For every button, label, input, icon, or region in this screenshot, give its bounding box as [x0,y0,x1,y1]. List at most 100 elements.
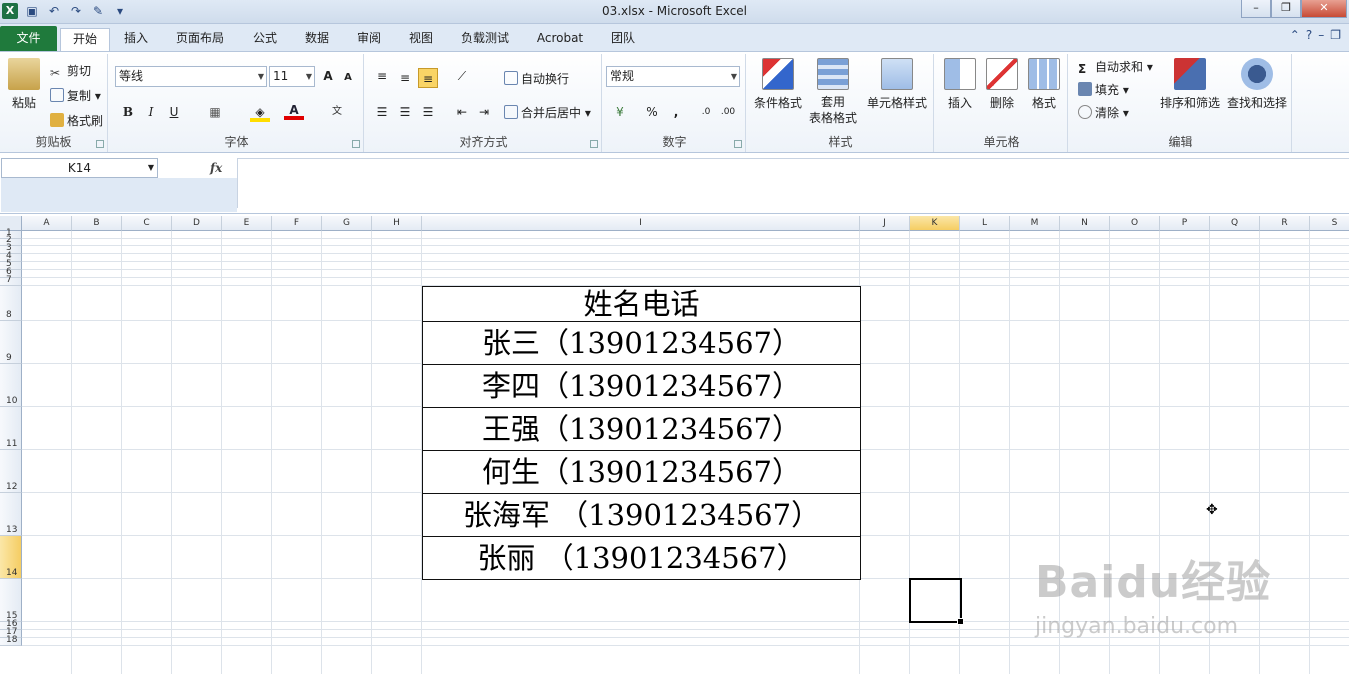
column-header-q[interactable]: Q [1210,216,1260,231]
workbook-minimize-icon[interactable]: – [1318,28,1324,42]
column-header-e[interactable]: E [222,216,272,231]
column-header-k[interactable]: K [910,216,960,231]
tab-review[interactable]: 审阅 [347,28,391,51]
fill-button[interactable]: 填充 ▾ [1078,81,1129,98]
column-header-b[interactable]: B [72,216,122,231]
row-header-12[interactable]: 12 [0,450,22,493]
align-left-icon[interactable]: ☰ [372,102,392,122]
eraser-icon[interactable]: ✎ [90,3,106,19]
row-header-11[interactable]: 11 [0,407,22,450]
table-cell[interactable]: 王强（13901234567） [422,407,861,451]
tab-load-test[interactable]: 负载测试 [451,28,519,51]
clear-button[interactable]: 清除 ▾ [1078,104,1129,121]
cut-button[interactable]: ✂ 剪切 [50,62,91,80]
table-cell[interactable]: 张三（13901234567） [422,321,861,365]
row-header-18[interactable]: 18 [0,635,22,646]
row-header-13[interactable]: 13 [0,493,22,536]
column-header-f[interactable]: F [272,216,322,231]
column-header-n[interactable]: N [1060,216,1110,231]
active-cell-selection[interactable] [909,578,964,625]
column-header-a[interactable]: A [22,216,72,231]
format-painter-button[interactable]: 格式刷 [50,112,103,129]
find-select-button[interactable]: 查找和选择 [1224,58,1290,111]
fill-color-icon[interactable]: ◈ [250,102,270,122]
phonetic-icon[interactable]: 文 [327,102,347,122]
row-header-8[interactable]: 8 [0,286,22,321]
decrease-indent-icon[interactable]: ⇤ [452,102,472,122]
column-header-g[interactable]: G [322,216,372,231]
autosum-button[interactable]: Σ 自动求和 ▾ [1078,58,1153,76]
decrease-decimal-icon[interactable]: .00 [718,102,738,122]
comma-button[interactable]: , [666,102,686,122]
percent-button[interactable]: % [642,102,662,122]
currency-icon[interactable]: ¥ [610,102,630,122]
table-header-cell[interactable]: 姓名电话 [422,286,861,322]
name-box[interactable]: K14 ▼ [1,158,158,178]
wrap-text-button[interactable]: 自动换行 [504,70,569,87]
merge-center-button[interactable]: 合并后居中 ▾ [504,104,591,121]
delete-cells-button[interactable]: 删除 [984,58,1020,111]
bold-button[interactable]: B [118,102,138,122]
conditional-format-button[interactable]: 条件格式 [750,58,806,111]
number-launcher-icon[interactable] [734,140,742,148]
minimize-button[interactable]: – [1241,0,1271,18]
increase-decimal-icon[interactable]: .0 [696,102,716,122]
format-cells-button[interactable]: 格式 [1026,58,1062,111]
align-center-icon[interactable]: ☰ [395,102,415,122]
shrink-font-button[interactable]: A [338,68,358,88]
column-header-j[interactable]: J [860,216,910,231]
tab-data[interactable]: 数据 [295,28,339,51]
clipboard-launcher-icon[interactable] [96,140,104,148]
undo-icon[interactable]: ↶ [46,3,62,19]
help-icon[interactable]: ? [1306,28,1312,42]
tab-acrobat[interactable]: Acrobat [527,28,593,51]
column-header-c[interactable]: C [122,216,172,231]
row-header-9[interactable]: 9 [0,321,22,364]
align-bottom-icon[interactable]: ≡ [418,68,438,88]
redo-icon[interactable]: ↷ [68,3,84,19]
grow-font-button[interactable]: A [318,66,338,86]
increase-indent-icon[interactable]: ⇥ [474,102,494,122]
spreadsheet-grid[interactable]: ABCDEFGHIJKLMNOPQRS 1 2 3 4 5 6 7 8 9 10 11 12 13 14 1… [0,216,1349,674]
font-launcher-icon[interactable] [352,140,360,148]
tab-home[interactable]: 开始 [60,28,110,51]
workbook-restore-icon[interactable]: ❐ [1330,28,1341,42]
table-cell[interactable]: 张海军 （13901234567） [422,493,861,537]
tab-view[interactable]: 视图 [399,28,443,51]
row-header-14[interactable]: 14 [0,536,22,579]
row-header-15[interactable]: 15 [0,579,22,622]
minimize-ribbon-icon[interactable]: ⌃ [1290,28,1300,42]
tab-file[interactable]: 文件 [0,26,57,51]
insert-function-button[interactable]: fx [210,161,222,175]
column-header-r[interactable]: R [1260,216,1310,231]
cell-styles-button[interactable]: 单元格样式 [866,58,928,111]
column-header-s[interactable]: S [1310,216,1349,231]
format-as-table-button[interactable]: 套用 表格格式 [804,58,862,126]
restore-button[interactable]: ❐ [1271,0,1301,18]
underline-button[interactable]: U [164,102,184,122]
column-header-h[interactable]: H [372,216,422,231]
table-cell[interactable]: 张丽 （13901234567） [422,536,861,580]
align-top-icon[interactable]: ≡ [372,66,392,86]
align-right-icon[interactable]: ☰ [418,102,438,122]
italic-button[interactable]: I [141,102,161,122]
column-header-i[interactable]: I [422,216,860,231]
align-middle-icon[interactable]: ≡ [395,68,415,88]
border-icon[interactable]: ▦ [205,102,225,122]
insert-cells-button[interactable]: 插入 [942,58,978,111]
font-size-select[interactable]: 11 ▼ [269,66,315,87]
table-cell[interactable]: 何生（13901234567） [422,450,861,494]
column-header-d[interactable]: D [172,216,222,231]
column-header-o[interactable]: O [1110,216,1160,231]
number-format-select[interactable]: 常规 ▼ [606,66,740,87]
row-header-7[interactable]: 7 [0,275,22,286]
copy-button[interactable]: 复制 ▾ [50,87,101,104]
tab-team[interactable]: 团队 [601,28,645,51]
paste-button[interactable]: 粘贴 [6,58,42,111]
column-header-l[interactable]: L [960,216,1010,231]
close-button[interactable]: ✕ [1301,0,1347,18]
tab-insert[interactable]: 插入 [113,28,159,51]
font-color-icon[interactable]: A [284,100,304,120]
customize-qat-icon[interactable]: ▾ [112,3,128,19]
font-name-select[interactable]: 等线 ▼ [115,66,267,87]
